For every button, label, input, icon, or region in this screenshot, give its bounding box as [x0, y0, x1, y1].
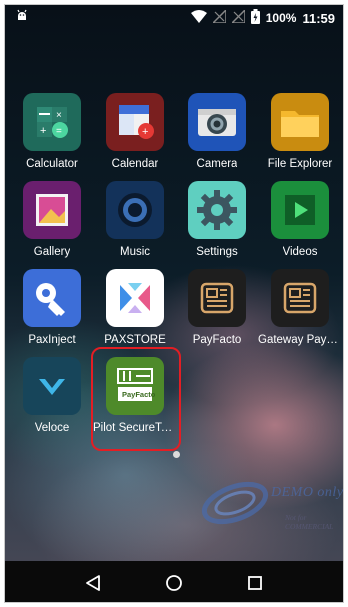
battery-charging-icon: [250, 9, 260, 27]
no-signal-icon: [210, 8, 227, 26]
back-icon: [86, 574, 101, 591]
battery-level: 100%: [265, 11, 297, 25]
wifi-icon: [190, 10, 207, 26]
svg-text:=: =: [56, 126, 62, 137]
app-gateway-payfacto[interactable]: Gateway PayF…: [258, 269, 342, 355]
app-label: PAXSTORE: [104, 334, 166, 346]
veloce-icon: [23, 357, 81, 415]
demo-watermark: DEMO only Not for COMMERCIAL: [197, 473, 344, 533]
app-label: Music: [119, 246, 151, 258]
page-indicator[interactable]: [173, 451, 180, 458]
app-videos[interactable]: Videos: [258, 181, 342, 267]
folder-icon: [271, 93, 329, 151]
app-gallery[interactable]: Gallery: [10, 181, 94, 267]
app-settings[interactable]: Settings: [175, 181, 259, 267]
no-signal-icon-2: [229, 8, 246, 26]
app-calendar[interactable]: + Calendar: [93, 93, 177, 179]
recents-button[interactable]: [240, 568, 270, 598]
android-debug-icon: [15, 9, 29, 28]
svg-text:+: +: [142, 126, 148, 138]
gallery-icon: [23, 181, 81, 239]
app-label: Veloce: [34, 422, 70, 434]
play-icon: [271, 181, 329, 239]
gear-icon: [188, 181, 246, 239]
app-label: Gallery: [33, 246, 71, 258]
svg-text:×: ×: [56, 110, 62, 121]
watermark-line1: DEMO only: [271, 485, 344, 500]
app-music[interactable]: Music: [93, 181, 177, 267]
app-file-explorer[interactable]: File Explorer: [258, 93, 342, 179]
app-label: Calculator: [26, 158, 78, 170]
app-label: File Explorer: [267, 158, 333, 170]
watermark-logo-icon: [201, 481, 269, 525]
highlight-box: [91, 347, 181, 451]
payfacto-terminal-icon: [188, 269, 246, 327]
app-veloce[interactable]: Veloce: [10, 357, 94, 443]
app-calculator[interactable]: × + = Calculator: [10, 93, 94, 179]
svg-text:+: +: [40, 125, 46, 137]
camera-icon: [188, 93, 246, 151]
recents-icon: [247, 575, 262, 590]
watermark-line2: Not for COMMERCIAL: [285, 513, 334, 531]
app-camera[interactable]: Camera: [175, 93, 259, 179]
speaker-icon: [106, 181, 164, 239]
home-icon: [166, 574, 182, 591]
app-label: Camera: [196, 158, 238, 170]
app-label: Settings: [196, 246, 238, 258]
home-button[interactable]: [159, 568, 189, 598]
status-bar: 100% 11:59: [5, 5, 343, 31]
navigation-bar: [5, 561, 343, 602]
app-label: Videos: [282, 246, 318, 258]
phone-screen: 100% 11:59 × + = Calculator + Calendar C…: [4, 4, 344, 603]
app-label: Gateway PayF…: [258, 334, 342, 346]
key-icon: [23, 269, 81, 327]
clock: 11:59: [302, 10, 335, 26]
app-label: Calendar: [111, 158, 159, 170]
app-label: PayFacto: [192, 334, 242, 346]
app-payfacto[interactable]: PayFacto: [175, 269, 259, 355]
paxstore-icon: [106, 269, 164, 327]
payfacto-terminal-icon: [271, 269, 329, 327]
back-button[interactable]: [78, 568, 108, 598]
calculator-icon: × + =: [23, 93, 81, 151]
app-paxinject[interactable]: PaxInject: [10, 269, 94, 355]
app-paxstore[interactable]: PAXSTORE: [93, 269, 177, 355]
app-label: PaxInject: [28, 334, 76, 346]
calendar-icon: +: [106, 93, 164, 151]
